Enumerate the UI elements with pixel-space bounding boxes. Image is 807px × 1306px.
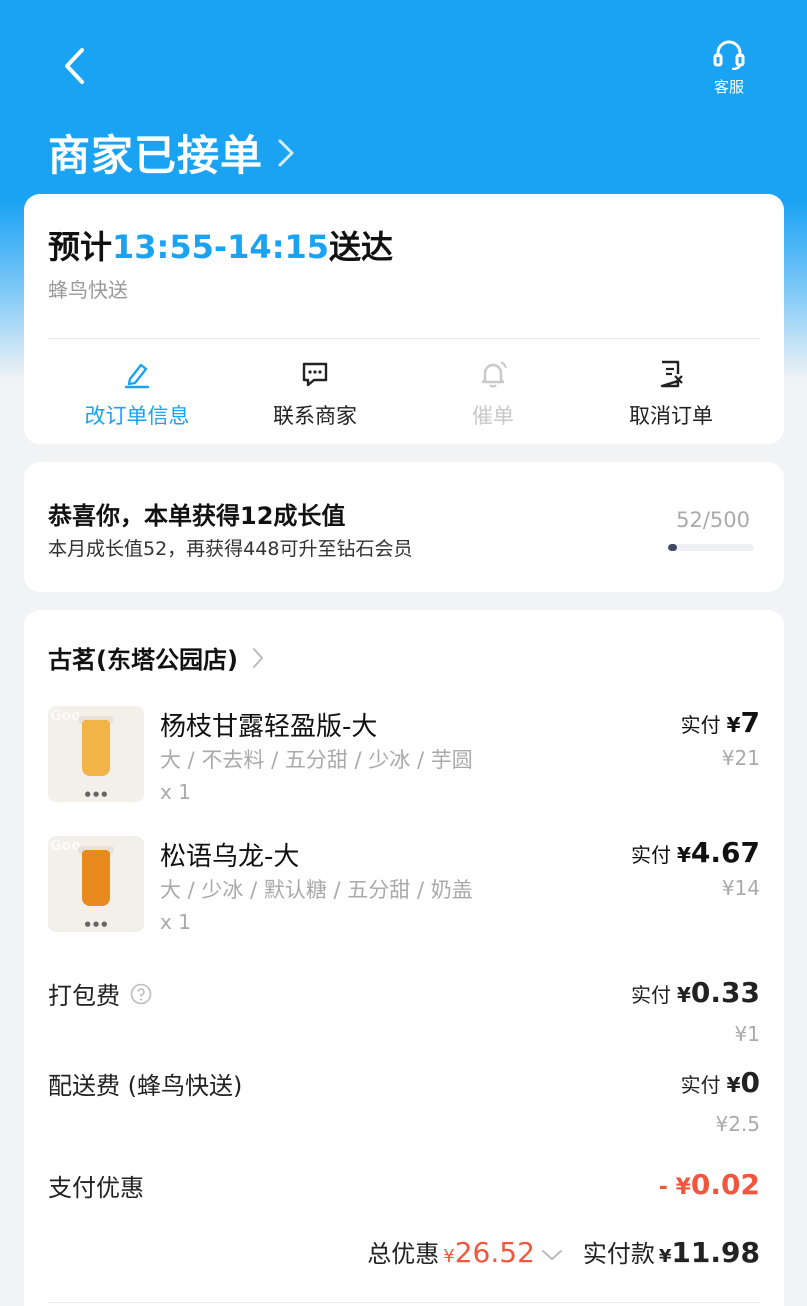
carrier-name: 蜂鸟快送 [48,278,128,302]
watermark: Goo [50,708,81,724]
order-status-title[interactable]: 商家已接单 [48,122,295,183]
shop-name-link[interactable]: 古茗(东塔公园店) [48,640,264,675]
eta-time-range: 13:55-14:15 [112,228,330,266]
currency: ¥ [443,1246,455,1267]
edit-icon [124,363,150,389]
currency: ¥ [676,843,691,867]
order-item[interactable]: Goo ● ● ● 松语乌龙-大 大 / 少冰 / 默认糖 / 五分甜 / 奶盖… [48,836,760,946]
packing-fee-paid: 实付 ¥0.33 [631,976,760,1009]
chat-icon [302,362,328,387]
growth-progress-fill [668,544,677,551]
paid-amount: 0 [740,1066,760,1099]
eta-line: 预计13:55-14:15送达 [48,222,393,268]
currency: ¥ [726,713,741,737]
payment-discount-label: 支付优惠 [48,1174,144,1202]
original-price: ¥21 [721,746,760,770]
currency: ¥ [726,1073,741,1097]
paid-label: 实付 [630,983,671,1007]
payment-discount-amount: - ¥0.02 [659,1168,760,1201]
paid-amount: 4.67 [690,836,760,869]
item-paid: 实付 ¥4.67 [631,836,760,869]
paid-amount: 7 [740,706,760,739]
paid-label: 实付 [680,713,721,737]
delivery-fee-paid: 实付 ¥0 [681,1066,760,1099]
packing-fee-original: ¥1 [734,1022,760,1046]
item-spec: 大 / 少冰 / 默认糖 / 五分甜 / 奶盖 [160,878,473,902]
cup-shape [82,720,110,776]
order-actions: 改订单信息 联系商家 催单 取消订单 [24,356,784,430]
cancel-order-button[interactable]: 取消订单 [582,356,760,430]
shop-name: 古茗(东塔公园店) [48,646,238,674]
delivery-fee-label: 配送费 (蜂鸟快送) [48,1072,243,1100]
image-caption: ● ● ● [84,790,108,798]
item-qty: x 1 [160,780,191,804]
chevron-right-icon [277,138,295,168]
discount-amount: 0.02 [690,1168,760,1201]
order-card: 古茗(东塔公园店) Goo ● ● ● 杨枝甘露轻盈版-大 大 / 不去料 / … [24,610,784,1306]
item-name: 松语乌龙-大 [160,842,300,872]
chevron-down-icon[interactable] [541,1248,563,1262]
paid-amount: 0.33 [690,976,760,1009]
original-price: ¥14 [721,876,760,900]
order-summary: 总优惠 ¥ 26.52 实付款 ¥ 11.98 [367,1234,760,1269]
status-text: 商家已接单 [48,131,264,180]
eta-card: 预计13:55-14:15送达 蜂鸟快送 改订单信息 联系商家 催单 取消订单 [24,194,784,444]
paid-label: 实付 [630,843,671,867]
currency: ¥ [676,983,691,1007]
divider [48,1302,760,1303]
customer-service-button[interactable]: 客服 [709,40,749,97]
question-icon[interactable] [130,983,152,1005]
item-paid: 实付 ¥7 [681,706,760,739]
eta-prefix: 预计 [48,228,113,266]
item-qty: x 1 [160,910,191,934]
growth-progress-text: 52/500 [676,508,750,532]
total-discount-amount: 26.52 [454,1236,535,1269]
delivery-fee-original: ¥2.5 [715,1112,760,1136]
packing-fee-label: 打包费 [48,982,120,1010]
total-discount-label: 总优惠 [367,1240,440,1268]
cancel-order-label: 取消订单 [629,404,713,428]
contact-merchant-label: 联系商家 [273,404,357,428]
divider [48,338,760,339]
item-name: 杨枝甘露轻盈版-大 [160,712,378,742]
currency: ¥ [675,1175,691,1200]
chevron-left-icon [65,48,84,84]
watermark: Goo [50,838,81,854]
top-bar: 客服 [0,0,807,110]
edit-order-button[interactable]: 改订单信息 [48,356,226,430]
contact-merchant-button[interactable]: 联系商家 [226,356,404,430]
headset-icon [713,40,745,71]
product-image: Goo ● ● ● [48,706,144,802]
growth-subtitle: 本月成长值52，再获得448可升至钻石会员 [48,538,413,560]
back-button[interactable] [52,44,96,88]
order-item[interactable]: Goo ● ● ● 杨枝甘露轻盈版-大 大 / 不去料 / 五分甜 / 少冰 /… [48,706,760,816]
growth-card[interactable]: 恭喜你，本单获得12成长值 本月成长值52，再获得448可升至钻石会员 52/5… [24,462,784,592]
growth-progress-bar [668,544,754,551]
minus-sign: - [658,1175,676,1200]
currency: ¥ [658,1246,672,1267]
chevron-right-icon [252,647,264,669]
customer-service-label: 客服 [713,78,744,96]
cup-shape [82,850,110,906]
bell-icon [481,361,507,388]
urge-order-button[interactable]: 催单 [404,356,582,430]
edit-order-label: 改订单信息 [84,404,190,428]
cancel-order-icon [660,360,683,388]
paid-total-label: 实付款 [582,1240,655,1268]
growth-title: 恭喜你，本单获得12成长值 [48,502,346,530]
item-spec: 大 / 不去料 / 五分甜 / 少冰 / 芋圆 [160,748,473,772]
image-caption: ● ● ● [84,920,108,928]
product-image: Goo ● ● ● [48,836,144,932]
paid-label: 实付 [680,1073,721,1097]
urge-order-label: 催单 [472,404,514,428]
paid-total-amount: 11.98 [671,1236,760,1269]
eta-suffix: 送达 [329,228,394,266]
